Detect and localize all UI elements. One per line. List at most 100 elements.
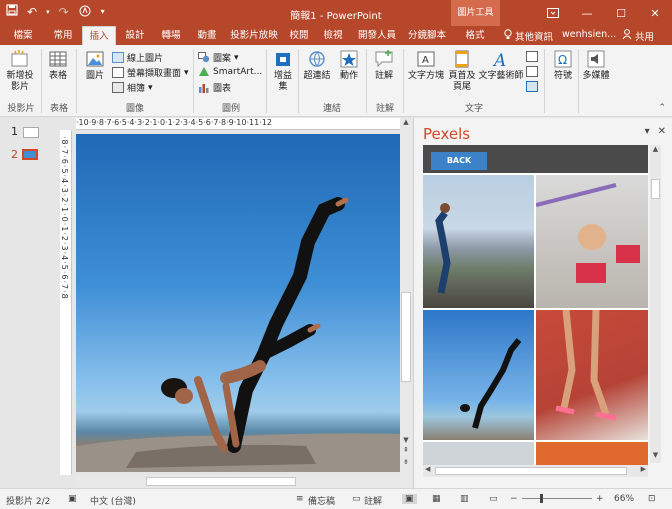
tab-file[interactable]: 檔案 [4, 26, 42, 45]
slide-thumbnails: 1 2 [0, 118, 60, 488]
close-icon[interactable]: ✕ [658, 126, 666, 137]
tab-slideshow[interactable]: 投影片放映 [226, 26, 282, 45]
pane-title: Pexels [423, 125, 471, 143]
tab-animations[interactable]: 動畫 [190, 26, 224, 45]
online-pictures-button[interactable]: 線上圖片 [112, 51, 163, 64]
yoga-photo[interactable] [76, 134, 400, 472]
scroll-down-icon[interactable]: ▼ [400, 436, 412, 444]
slide-sorter-icon[interactable]: ▦ [432, 494, 441, 504]
scroll-down-icon[interactable]: ▼ [650, 451, 661, 459]
photo-album-button[interactable]: 相簿 ▾ [112, 81, 153, 94]
slide-thumbnail-1[interactable] [23, 127, 39, 138]
slideshow-icon[interactable]: ▭ [489, 494, 498, 504]
next-slide-icon[interactable]: ⇟ [400, 458, 412, 466]
scroll-up-icon[interactable]: ▲ [650, 145, 661, 153]
tab-developer[interactable]: 開發人員 [352, 26, 402, 45]
symbols-button[interactable]: Ω 符號 [549, 49, 577, 82]
wordart-icon: A [491, 49, 511, 71]
tab-view[interactable]: 檢視 [316, 26, 350, 45]
date-time-button[interactable] [526, 51, 538, 62]
star-action-icon [339, 49, 359, 69]
hyperlink-button[interactable]: 超連結 [301, 49, 333, 82]
textbox-button[interactable]: A 文字方塊 [406, 49, 446, 82]
wordart-label: 文字藝術師 [478, 71, 524, 81]
screenshot-button[interactable]: 螢幕擷取畫面 ▾ [112, 66, 189, 79]
pane-options-icon[interactable]: ▾ [645, 126, 650, 137]
slide-canvas[interactable] [76, 134, 400, 472]
object-button[interactable] [526, 81, 538, 92]
scroll-up-icon[interactable]: ▲ [400, 118, 412, 126]
chevron-down-icon: ▾ [148, 82, 153, 93]
tab-home[interactable]: 常用 [46, 26, 80, 45]
shapes-icon [198, 52, 210, 63]
calendar-icon [526, 51, 538, 62]
slide-thumbnail-2[interactable] [22, 149, 38, 160]
tab-format[interactable]: 格式 [452, 26, 498, 45]
scroll-thumb[interactable] [401, 292, 411, 382]
object-icon [526, 81, 538, 92]
action-button[interactable]: 動作 [336, 49, 362, 82]
slide-vertical-scrollbar[interactable]: ▲ ▼ ⇞ ⇟ [400, 118, 412, 475]
pictures-button[interactable]: 圖片 [80, 49, 110, 82]
shapes-button[interactable]: 圖案 ▾ [198, 51, 239, 64]
table-button[interactable]: 表格 [45, 49, 71, 82]
new-slide-button[interactable]: 新增投 影片 [4, 49, 36, 93]
header-footer-button[interactable]: 頁首及 頁尾 [448, 49, 476, 93]
comments-button[interactable]: 註解 [364, 494, 382, 507]
photo-yoga[interactable] [423, 310, 534, 440]
smartart-icon [198, 66, 210, 77]
notes-button[interactable]: 備忘稿 [308, 494, 335, 507]
zoom-slider[interactable] [522, 498, 592, 499]
pane-horizontal-scrollbar[interactable]: ◀ ▶ [423, 465, 648, 477]
addins-button[interactable]: 增益 集 [270, 49, 296, 93]
screenshot-label: 螢幕擷取畫面 [127, 69, 182, 79]
photo-fitness-class[interactable] [535, 175, 648, 308]
scroll-thumb[interactable] [146, 477, 296, 486]
normal-view-icon[interactable]: ▣ [402, 494, 417, 504]
scroll-thumb[interactable] [435, 467, 627, 475]
wordart-button[interactable]: A 文字藝術師 [478, 49, 524, 82]
close-button[interactable]: ✕ [638, 0, 672, 26]
slide-number-button[interactable] [526, 66, 538, 77]
hyperlink-label: 超連結 [303, 71, 331, 81]
back-button[interactable]: BACK [431, 152, 487, 170]
ribbon: 新增投 影片 表格 圖片 線上圖片 螢幕擷取畫面 ▾ 相簿 ▾ 圖像 圖案 ▾ [0, 45, 672, 117]
comment-button[interactable]: 註解 [371, 49, 397, 82]
spellcheck-icon[interactable]: ▣ [68, 494, 77, 504]
scroll-thumb[interactable] [651, 179, 660, 199]
reading-view-icon[interactable]: ▥ [460, 494, 469, 504]
pane-vertical-scrollbar[interactable]: ▲ ▼ [650, 145, 661, 463]
maximize-button[interactable]: ☐ [604, 0, 638, 26]
zoom-out-icon[interactable]: − [510, 494, 518, 504]
group-links-label: 連結 [322, 104, 341, 114]
ribbon-display-icon[interactable] [536, 0, 570, 26]
tab-insert[interactable]: 插入 [82, 26, 116, 45]
media-button[interactable]: 多媒體 [581, 49, 611, 82]
photo-track-runners[interactable] [536, 309, 648, 440]
zoom-slider-thumb[interactable] [540, 494, 543, 503]
language-indicator[interactable]: 中文 (台灣) [90, 494, 136, 507]
scroll-left-icon[interactable]: ◀ [425, 465, 430, 473]
collapse-ribbon-icon[interactable]: ⌃ [658, 103, 666, 113]
pexels-pane: Pexels ▾ ✕ BACK ▲ ▼ ◀ ▶ [413, 118, 672, 488]
user-name[interactable]: wenhsien... [562, 29, 616, 40]
photo-runner[interactable] [423, 175, 534, 308]
symbols-label: 符號 [553, 71, 572, 81]
tab-design[interactable]: 設計 [118, 26, 152, 45]
fit-to-window-icon[interactable]: ⊡ [648, 494, 656, 504]
tab-storyboard[interactable]: 分鏡腳本 [404, 26, 450, 45]
tab-review[interactable]: 校閱 [284, 26, 314, 45]
previous-slide-icon[interactable]: ⇞ [400, 446, 412, 454]
runner-figure [435, 203, 451, 294]
smartart-button[interactable]: SmartArt... [198, 66, 262, 77]
zoom-level[interactable]: 66% [614, 494, 634, 504]
chart-button[interactable]: 圖表 [198, 81, 231, 94]
slide-horizontal-scrollbar[interactable] [76, 475, 412, 488]
minimize-button[interactable]: — [570, 0, 604, 26]
tell-me[interactable]: 其他資訊 [504, 29, 553, 43]
zoom-in-icon[interactable]: + [596, 494, 604, 504]
share-button[interactable]: 共用 [622, 29, 654, 43]
scroll-right-icon[interactable]: ▶ [641, 465, 646, 473]
group-tables-label: 表格 [49, 104, 68, 114]
tab-transitions[interactable]: 轉場 [154, 26, 188, 45]
